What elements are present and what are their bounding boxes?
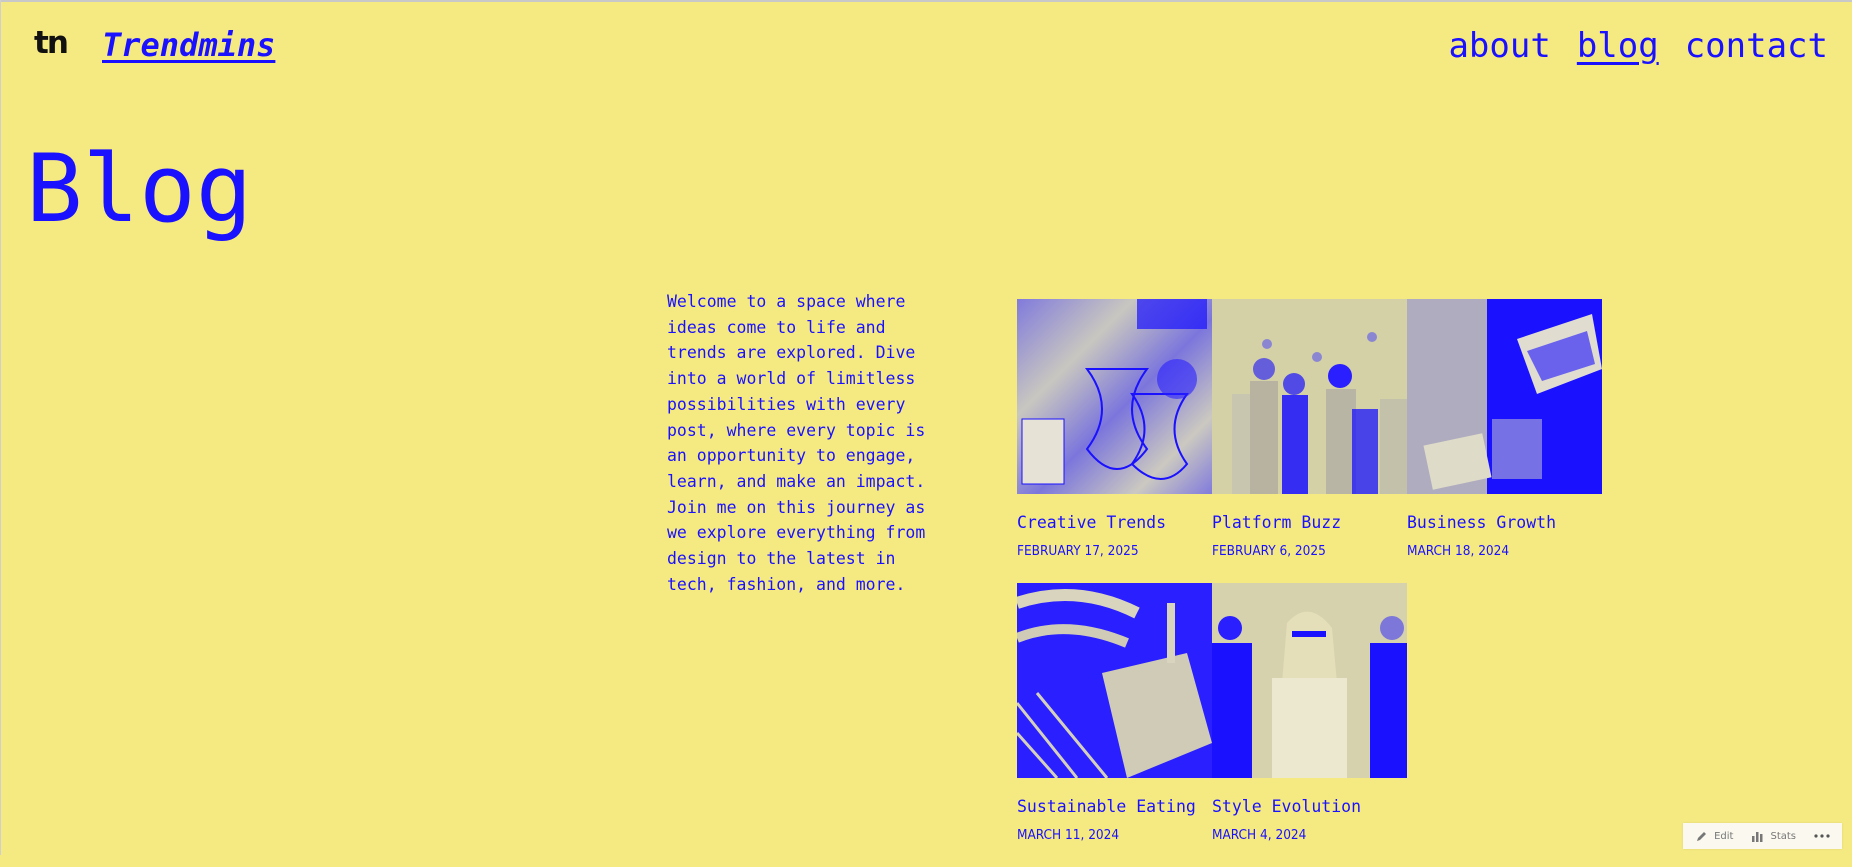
- post-title[interactable]: Platform Buzz: [1212, 513, 1407, 533]
- post-card[interactable]: Creative Trends FEBRUARY 17, 2025: [1017, 299, 1212, 583]
- post-title[interactable]: Sustainable Eating: [1017, 797, 1212, 817]
- post-thumbnail-sustainable-eating[interactable]: [1017, 583, 1212, 778]
- post-title[interactable]: Style Evolution: [1212, 797, 1407, 817]
- stats-label: Stats: [1770, 830, 1796, 842]
- post-date: FEBRUARY 17, 2025: [1017, 542, 1139, 559]
- post-title[interactable]: Creative Trends: [1017, 513, 1212, 533]
- post-card[interactable]: Business Growth MARCH 18, 2024: [1407, 299, 1602, 583]
- post-thumbnail-style-evolution[interactable]: [1212, 583, 1407, 778]
- post-card[interactable]: Sustainable Eating MARCH 11, 2024: [1017, 583, 1212, 867]
- stats-button[interactable]: Stats: [1751, 830, 1796, 843]
- page-title: Blog: [26, 135, 253, 244]
- post-date: MARCH 4, 2024: [1212, 826, 1307, 843]
- bar-chart-icon: [1752, 831, 1763, 842]
- edit-button[interactable]: Edit: [1695, 830, 1733, 843]
- post-thumbnail-platform-buzz[interactable]: [1212, 299, 1407, 494]
- post-title[interactable]: Business Growth: [1407, 513, 1602, 533]
- pencil-icon: [1697, 831, 1707, 841]
- blog-intro-text: Welcome to a space where ideas come to l…: [667, 292, 926, 594]
- nav-contact[interactable]: contact: [1685, 26, 1828, 67]
- main-navigation: about blog contact: [1448, 26, 1828, 67]
- nav-about[interactable]: about: [1448, 26, 1550, 67]
- left-border: [0, 0, 1, 855]
- post-card[interactable]: Platform Buzz FEBRUARY 6, 2025: [1212, 299, 1407, 583]
- post-thumbnail-business-growth[interactable]: [1407, 299, 1602, 494]
- edit-label: Edit: [1714, 830, 1734, 842]
- more-dots-icon: [1814, 834, 1830, 838]
- post-date: MARCH 11, 2024: [1017, 826, 1120, 843]
- post-date: FEBRUARY 6, 2025: [1212, 542, 1326, 559]
- post-card[interactable]: Style Evolution MARCH 4, 2024: [1212, 583, 1407, 867]
- site-title-link[interactable]: Trendmins: [102, 26, 275, 64]
- post-date: MARCH 18, 2024: [1407, 542, 1510, 559]
- more-options-button[interactable]: [1814, 833, 1830, 839]
- site-logo[interactable]: tn: [34, 28, 69, 59]
- admin-toolbar: Edit Stats: [1683, 823, 1842, 849]
- top-border: [0, 0, 1852, 2]
- post-thumbnail-creative-trends[interactable]: [1017, 299, 1212, 494]
- posts-grid: Creative Trends FEBRUARY 17, 2025 Platfo…: [1017, 299, 1605, 867]
- nav-blog[interactable]: blog: [1577, 26, 1659, 67]
